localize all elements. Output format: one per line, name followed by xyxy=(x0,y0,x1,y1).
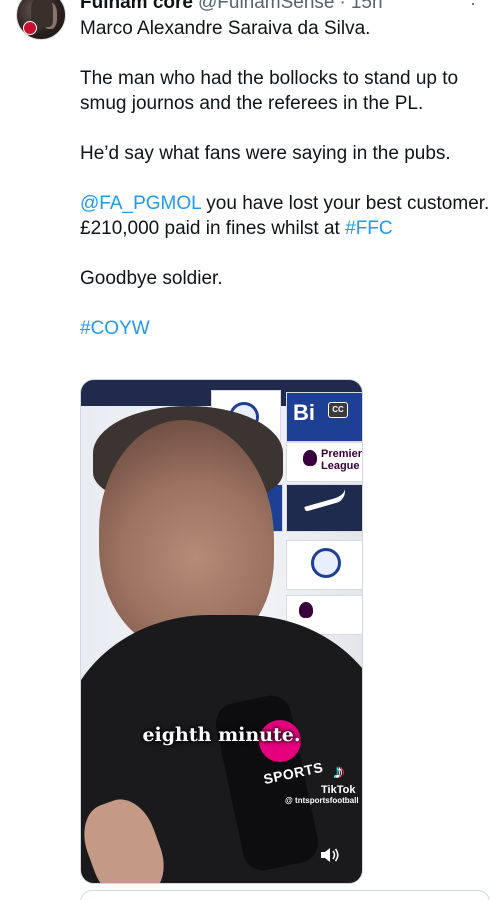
tweet-line: The man who had the bollocks to stand up… xyxy=(80,68,459,114)
premier-league-icon xyxy=(303,450,317,466)
video-caption: eighth minute. xyxy=(142,724,301,746)
video-player[interactable]: Bi Premier League CC eighth minute. SPOR… xyxy=(80,379,363,884)
tweet-line: He’d say what fans were saying in the pu… xyxy=(80,143,451,164)
closed-captions-button[interactable]: CC xyxy=(328,402,348,418)
volume-icon[interactable] xyxy=(319,846,341,864)
mention-link[interactable]: @FA_PGMOL xyxy=(80,193,201,214)
tweet-line: Marco Alexandre Saraiva da Silva. xyxy=(80,18,371,39)
more-options-icon[interactable]: ·· xyxy=(468,0,478,12)
tiktok-icon: ♪ xyxy=(334,761,344,783)
tweet-header: Fulham core @FulhamSense · 15h xyxy=(80,0,383,14)
board-sponsor-text: Bi xyxy=(293,400,315,425)
chelsea-crest-icon xyxy=(311,548,341,578)
tiktok-handle: @ tntsportsfootball xyxy=(285,796,359,805)
separator: · xyxy=(339,0,346,13)
author-avatar[interactable] xyxy=(16,0,66,40)
tweet-line: Goodbye soldier. xyxy=(80,268,223,289)
hashtag-link[interactable]: #FFC xyxy=(345,218,393,239)
tweet-line-mention: @FA_PGMOL you have lost your best custom… xyxy=(80,191,490,241)
tweet-text: Marco Alexandre Saraiva da Silva. The ma… xyxy=(80,16,490,341)
board-premier-league-text: Premier League xyxy=(321,448,362,472)
next-card-edge xyxy=(80,890,490,900)
tiktok-label: TikTok xyxy=(321,784,356,796)
author-name[interactable]: Fulham core xyxy=(80,0,193,14)
premier-league-icon xyxy=(299,602,313,618)
author-handle[interactable]: @FulhamSense xyxy=(198,0,335,14)
timestamp[interactable]: 15h xyxy=(351,0,383,14)
club-badge-icon xyxy=(23,21,37,35)
hashtag-link[interactable]: #COYW xyxy=(80,318,150,339)
